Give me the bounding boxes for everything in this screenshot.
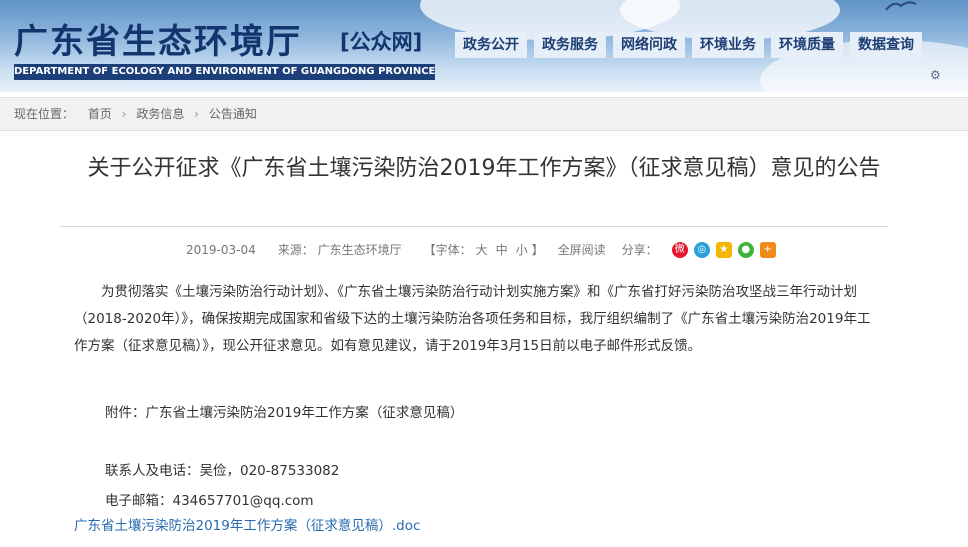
breadcrumb-notices[interactable]: 公告通知 [209, 107, 257, 121]
nav-item-government-services[interactable]: 政务服务 [534, 32, 606, 58]
article-meta: 2019-03-04 来源： 广东生态环境厅 【字体： 大 中 小 】 全屏阅读… [186, 240, 782, 260]
breadcrumb-separator: › [121, 107, 127, 121]
font-size-label: 【字体： [423, 243, 472, 257]
font-size-large[interactable]: 大 [476, 240, 488, 260]
title-divider [60, 226, 888, 227]
more-icon[interactable]: + [759, 242, 776, 258]
main-nav: 政务公开 政务服务 网络问政 环境业务 环境质量 数据查询 [455, 32, 922, 58]
font-size-end: 】 [531, 243, 544, 257]
breadcrumb-home[interactable]: 首页 [88, 107, 112, 121]
breadcrumb: 现在位置： 首页 › 政务信息 › 公告通知 [0, 97, 968, 131]
site-title[interactable]: 广东省生态环境厅 [14, 14, 302, 63]
font-size-medium[interactable]: 中 [496, 240, 508, 260]
breadcrumb-separator: › [194, 107, 199, 121]
nav-item-environment-quality[interactable]: 环境质量 [771, 32, 843, 58]
weibo-icon[interactable]: 微 [671, 242, 688, 258]
breadcrumb-lead: 现在位置： [14, 107, 75, 121]
article-paragraph: 为贯彻落实《土壤污染防治行动计划》、《广东省土壤污染防治行动计划实施方案》和《广… [74, 279, 874, 360]
qzone-icon[interactable]: ★ [715, 242, 732, 258]
fullscreen-link[interactable]: 全屏阅读 [558, 240, 606, 260]
attachment-doc-link[interactable]: 广东省土壤污染防治2019年工作方案（征求意见稿）.doc [74, 514, 420, 534]
email-line: 电子邮箱：434657701@qq.com [105, 493, 314, 509]
bird-icon [885, 1, 917, 11]
site-header: 广东省生态环境厅 [公众网] DEPARTMENT OF ECOLOGY AND… [0, 0, 968, 92]
nav-item-government-affairs[interactable]: 政务公开 [455, 32, 527, 58]
font-size-small[interactable]: 小 [516, 240, 528, 260]
tencent-weibo-icon[interactable]: ◎ [693, 242, 710, 258]
settings-icon[interactable]: ⚙ [930, 68, 941, 82]
nav-item-data-query[interactable]: 数据查询 [850, 32, 922, 58]
site-subtitle: [公众网] [340, 30, 423, 54]
nav-item-environment-business[interactable]: 环境业务 [692, 32, 764, 58]
article-date: 2019-03-04 [186, 243, 256, 257]
article-paragraph-text: 为贯彻落实《土壤污染防治行动计划》、《广东省土壤污染防治行动计划实施方案》和《广… [74, 284, 871, 354]
wechat-icon[interactable]: ● [737, 242, 754, 258]
article-source: 来源： 广东生态环境厅 [277, 243, 402, 257]
nav-item-online-inquiry[interactable]: 网络问政 [613, 32, 685, 58]
site-english-name: DEPARTMENT OF ECOLOGY AND ENVIRONMENT OF… [14, 64, 435, 80]
contact-line: 联系人及电话：吴俭，020-87533082 [105, 463, 340, 479]
breadcrumb-government-info[interactable]: 政务信息 [136, 107, 184, 121]
article-title: 关于公开征求《广东省土壤污染防治2019年工作方案》（征求意见稿）意见的公告 [87, 156, 881, 181]
share-label: 分享： [621, 243, 658, 257]
attachment-line: 附件：广东省土壤污染防治2019年工作方案（征求意见稿） [105, 405, 464, 421]
